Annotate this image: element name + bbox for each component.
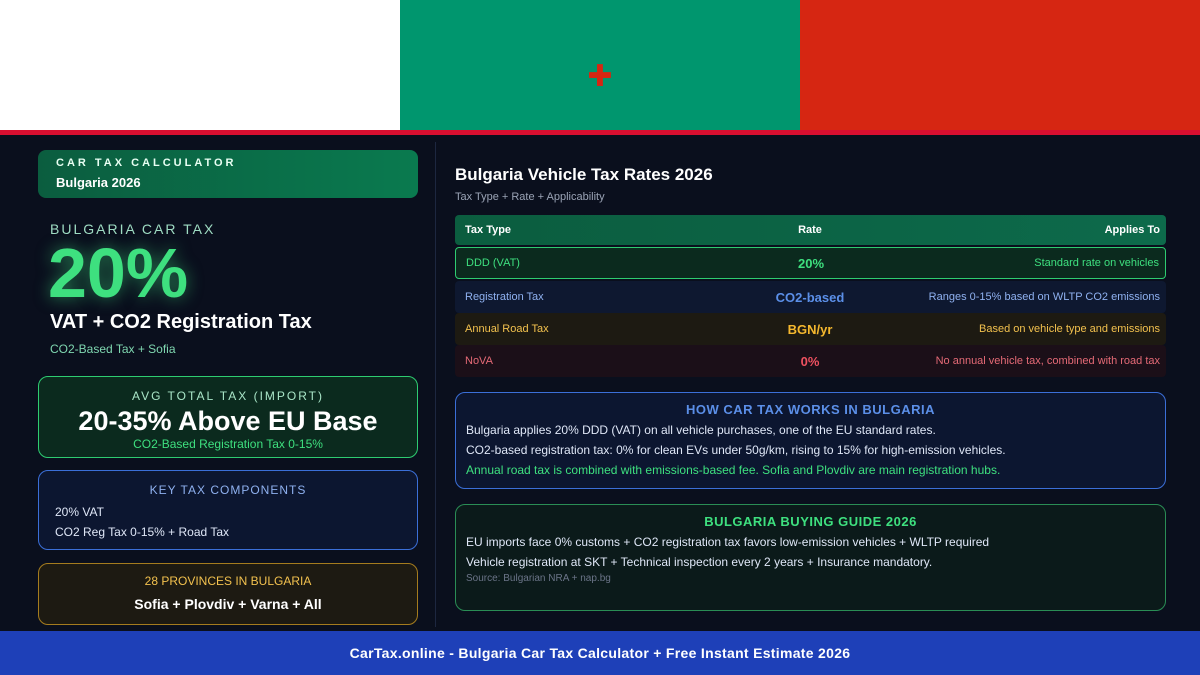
cell-tax-type: Annual Road Tax bbox=[465, 323, 549, 335]
table-row: Registration Tax CO2-based Ranges 0-15% … bbox=[455, 281, 1166, 313]
buying-guide-title: BULGARIA BUYING GUIDE 2026 bbox=[704, 514, 917, 529]
cell-tax-type: Registration Tax bbox=[465, 291, 544, 303]
table-row: NoVA 0% No annual vehicle tax, combined … bbox=[455, 345, 1166, 377]
provinces-title: 28 PROVINCES IN BULGARIA bbox=[144, 574, 312, 588]
right-column: Bulgaria Vehicle Tax Rates 2026 Tax Type… bbox=[455, 150, 1166, 611]
flag-stripe-green: ✚ bbox=[400, 0, 800, 130]
how-line: Annual road tax is combined with emissio… bbox=[466, 463, 1001, 477]
cross-icon: ✚ bbox=[587, 59, 613, 94]
how-line: Bulgaria applies 20% DDD (VAT) on all ve… bbox=[466, 423, 936, 437]
cell-rate: 0% bbox=[800, 353, 820, 369]
guide-line: Vehicle registration at SKT + Technical … bbox=[466, 555, 933, 569]
cell-applies-to: Standard rate on vehicles bbox=[1034, 257, 1159, 269]
brand-eyebrow: CAR TAX CALCULATOR bbox=[56, 157, 237, 169]
flag-stripe-red bbox=[800, 0, 1200, 130]
cell-rate: BGN/yr bbox=[787, 321, 833, 337]
tax-components-box: KEY TAX COMPONENTS 20% VAT CO2 Reg Tax 0… bbox=[38, 470, 418, 550]
buying-guide-box: BULGARIA BUYING GUIDE 2026 EU imports fa… bbox=[455, 504, 1166, 611]
how-car-tax-works-box: HOW CAR TAX WORKS IN BULGARIA Bulgaria a… bbox=[455, 392, 1166, 489]
how-car-tax-works-title: HOW CAR TAX WORKS IN BULGARIA bbox=[686, 402, 935, 417]
flag-stripe-white bbox=[0, 0, 400, 130]
headline-value: 20% bbox=[48, 234, 189, 312]
cell-rate: 20% bbox=[797, 255, 825, 271]
column-divider bbox=[435, 142, 436, 627]
table-subtitle: Tax Type + Rate + Applicability bbox=[455, 191, 605, 203]
column-header-applies-to: Applies To bbox=[1104, 224, 1160, 236]
flag-bottom-bar bbox=[0, 130, 1200, 135]
avg-total-tax-box: AVG TOTAL TAX (IMPORT) 20-35% Above EU B… bbox=[38, 376, 418, 458]
table-header-row: Tax Type Rate Applies To bbox=[455, 215, 1166, 245]
table-title: Bulgaria Vehicle Tax Rates 2026 bbox=[455, 165, 713, 184]
cell-applies-to: No annual vehicle tax, combined with roa… bbox=[935, 355, 1160, 367]
headline-subtitle: CO2-Based Tax + Sofia bbox=[50, 342, 176, 356]
avg-total-tax-label: AVG TOTAL TAX (IMPORT) bbox=[131, 389, 325, 403]
footer-text[interactable]: CarTax.online - Bulgaria Car Tax Calcula… bbox=[350, 645, 851, 661]
flag-banner: ✚ bbox=[0, 0, 1200, 130]
brand-subtitle: Bulgaria 2026 bbox=[56, 175, 141, 190]
tax-component-line: 20% VAT bbox=[55, 505, 104, 519]
column-header-tax-type: Tax Type bbox=[465, 224, 512, 236]
footer-bar: CarTax.online - Bulgaria Car Tax Calcula… bbox=[0, 631, 1200, 675]
left-column: CAR TAX CALCULATOR Bulgaria 2026 BULGARI… bbox=[38, 150, 418, 625]
cell-applies-to: Based on vehicle type and emissions bbox=[979, 323, 1160, 335]
table-row: DDD (VAT) 20% Standard rate on vehicles bbox=[455, 247, 1166, 279]
tax-component-line: CO2 Reg Tax 0-15% + Road Tax bbox=[55, 525, 229, 539]
cell-applies-to: Ranges 0-15% based on WLTP CO2 emissions bbox=[928, 291, 1160, 303]
column-header-rate: Rate bbox=[798, 224, 822, 236]
brand-box: CAR TAX CALCULATOR Bulgaria 2026 bbox=[38, 150, 418, 198]
cell-tax-type: NoVA bbox=[465, 355, 493, 367]
provinces-box: 28 PROVINCES IN BULGARIA Sofia + Plovdiv… bbox=[38, 563, 418, 625]
tax-rates-table: Tax Type Rate Applies To DDD (VAT) 20% S… bbox=[455, 215, 1166, 377]
avg-total-tax-value: 20-35% Above EU Base bbox=[78, 406, 378, 436]
tax-components-title: KEY TAX COMPONENTS bbox=[149, 483, 307, 497]
guide-line: EU imports face 0% customs + CO2 registr… bbox=[466, 535, 990, 549]
cell-tax-type: DDD (VAT) bbox=[466, 257, 520, 269]
provinces-value: Sofia + Plovdiv + Varna + All bbox=[134, 596, 322, 612]
how-line: CO2-based registration tax: 0% for clean… bbox=[466, 443, 1006, 457]
guide-source: Source: Bulgarian NRA + nap.bg bbox=[466, 573, 611, 584]
avg-total-tax-note: CO2-Based Registration Tax 0-15% bbox=[133, 437, 323, 451]
table-row: Annual Road Tax BGN/yr Based on vehicle … bbox=[455, 313, 1166, 345]
cell-rate: CO2-based bbox=[775, 289, 845, 305]
headline-title: VAT + CO2 Registration Tax bbox=[50, 311, 312, 333]
